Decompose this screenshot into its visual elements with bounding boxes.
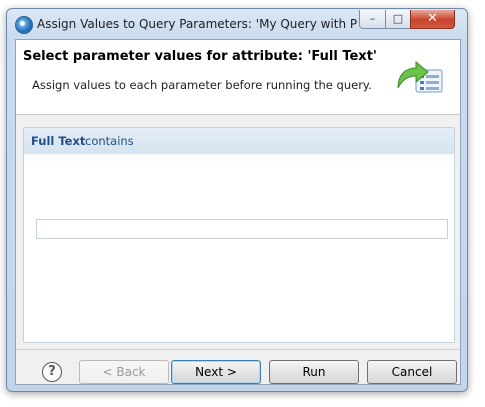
close-button[interactable]: ✕ — [410, 10, 455, 29]
run-button[interactable]: Run — [269, 360, 359, 384]
next-button[interactable]: Next > — [171, 360, 261, 384]
banner-description: Assign values to each parameter before r… — [32, 78, 372, 92]
wizard-banner: Select parameter values for attribute: '… — [16, 40, 460, 115]
dialog-window: Assign Values to Query Parameters: 'My Q… — [6, 8, 468, 392]
maximize-button[interactable]: □ — [385, 10, 411, 29]
parameter-operator-label: contains — [85, 134, 134, 148]
eclipse-app-icon[interactable] — [15, 16, 33, 34]
parameter-header: Full Text contains — [24, 128, 454, 154]
title-bar[interactable]: Assign Values to Query Parameters: 'My Q… — [7, 9, 467, 39]
minimize-button[interactable]: – — [359, 10, 386, 29]
back-button[interactable]: < Back — [79, 360, 169, 384]
parameter-value-input[interactable] — [36, 219, 448, 239]
dialog-client-area: Select parameter values for attribute: '… — [15, 39, 461, 385]
wizard-arrow-list-icon — [397, 60, 443, 93]
parameter-attribute-label: Full Text — [31, 134, 86, 148]
window-title: Assign Values to Query Parameters: 'My Q… — [37, 17, 357, 31]
cancel-button[interactable]: Cancel — [367, 360, 457, 384]
help-icon[interactable]: ? — [42, 362, 62, 382]
banner-title: Select parameter values for attribute: '… — [23, 49, 377, 64]
footer-separator — [16, 349, 460, 350]
parameter-panel: Full Text contains — [23, 127, 455, 343]
